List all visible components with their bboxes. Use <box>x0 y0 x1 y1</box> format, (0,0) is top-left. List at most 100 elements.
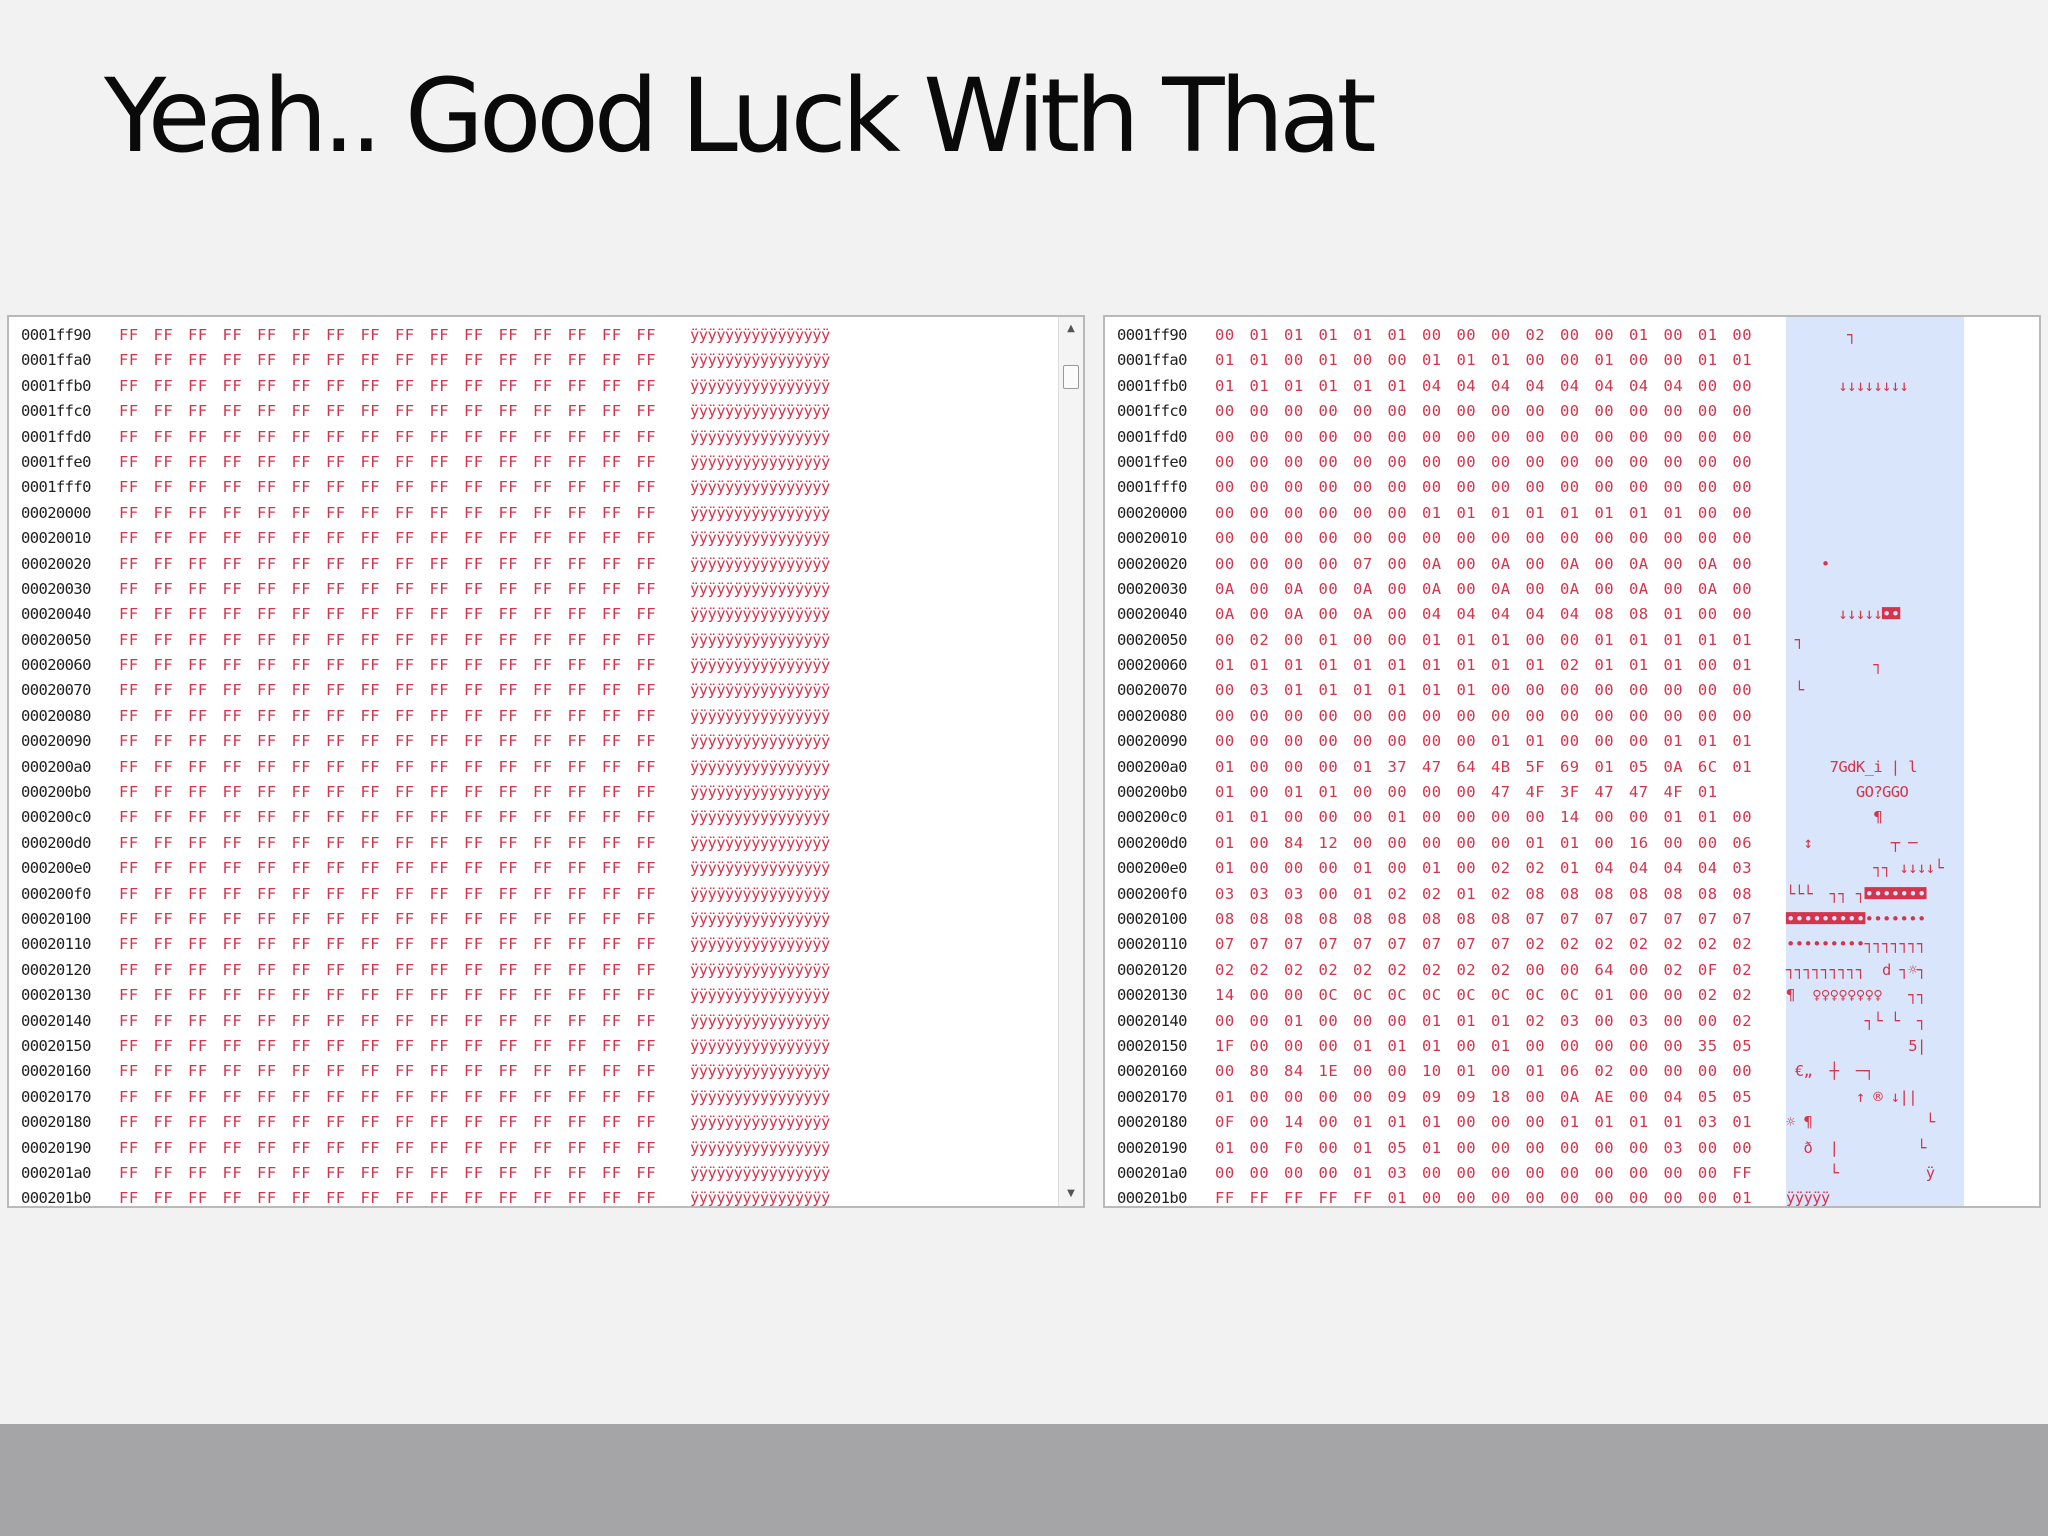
row-address[interactable]: 00020000 <box>1117 501 1187 526</box>
row-bytes[interactable]: 07 07 07 07 07 07 07 07 07 02 02 02 02 0… <box>1215 932 1752 957</box>
row-bytes[interactable]: 00 80 84 1E 00 00 10 01 00 01 06 02 00 0… <box>1215 1059 1752 1084</box>
row-ascii[interactable]: ÿÿÿÿÿÿÿÿÿÿÿÿÿÿÿÿ <box>690 628 830 653</box>
row-bytes[interactable]: FF FF FF FF FF FF FF FF FF FF FF FF FF F… <box>119 678 656 703</box>
row-address[interactable]: 00020180 <box>21 1110 91 1135</box>
row-bytes[interactable]: 01 00 00 00 00 09 09 09 18 00 0A AE 00 0… <box>1215 1085 1752 1110</box>
row-bytes[interactable]: FF FF FF FF FF FF FF FF FF FF FF FF FF F… <box>119 475 656 500</box>
row-address[interactable]: 00020180 <box>1117 1110 1187 1135</box>
row-address[interactable]: 00020100 <box>21 907 91 932</box>
row-address[interactable]: 0001ffa0 <box>1117 348 1187 373</box>
row-ascii[interactable]: ÿÿÿÿÿÿÿÿÿÿÿÿÿÿÿÿ <box>690 399 830 424</box>
scroll-up-arrow-icon[interactable]: ▲ <box>1059 319 1083 339</box>
row-ascii[interactable]: ÿÿÿÿÿÿÿÿÿÿÿÿÿÿÿÿ <box>690 1085 830 1110</box>
row-ascii[interactable]: ÿÿÿÿÿÿÿÿÿÿÿÿÿÿÿÿ <box>690 856 830 881</box>
row-bytes[interactable]: 00 00 00 00 00 00 00 00 00 00 00 00 00 0… <box>1215 399 1752 424</box>
row-ascii[interactable]: ð | └ <box>1786 1136 1926 1161</box>
row-bytes[interactable]: 01 01 01 01 01 01 04 04 04 04 04 04 04 0… <box>1215 374 1752 399</box>
row-ascii[interactable]: ÿÿÿÿÿÿÿÿÿÿÿÿÿÿÿÿ <box>690 958 830 983</box>
row-address[interactable]: 00020160 <box>21 1059 91 1084</box>
row-bytes[interactable]: 01 01 00 01 00 00 01 01 01 00 00 01 00 0… <box>1215 348 1752 373</box>
row-address[interactable]: 00020000 <box>21 501 91 526</box>
row-bytes[interactable]: FF FF FF FF FF FF FF FF FF FF FF FF FF F… <box>119 882 656 907</box>
row-address[interactable]: 00020080 <box>1117 704 1187 729</box>
row-ascii[interactable]: ÿÿÿÿÿÿÿÿÿÿÿÿÿÿÿÿ <box>690 1186 830 1206</box>
row-ascii[interactable]: ↕ ┬ ─ <box>1786 831 1917 856</box>
row-address[interactable]: 00020070 <box>1117 678 1187 703</box>
row-address[interactable]: 00020130 <box>1117 983 1187 1008</box>
row-ascii[interactable]: 5| <box>1786 1034 1926 1059</box>
row-bytes[interactable]: FF FF FF FF FF FF FF FF FF FF FF FF FF F… <box>119 805 656 830</box>
row-ascii[interactable]: ÿÿÿÿÿÿÿÿÿÿÿÿÿÿÿÿ <box>690 907 830 932</box>
row-ascii[interactable]: ÿÿÿÿÿÿÿÿÿÿÿÿÿÿÿÿ <box>690 1110 830 1135</box>
row-ascii[interactable]: ÿÿÿÿÿÿÿÿÿÿÿÿÿÿÿÿ <box>690 983 830 1008</box>
row-bytes[interactable]: FF FF FF FF FF FF FF FF FF FF FF FF FF F… <box>119 653 656 678</box>
row-bytes[interactable]: 0A 00 0A 00 0A 00 04 04 04 04 04 08 08 0… <box>1215 602 1752 627</box>
row-ascii[interactable]: ↓↓↓↓↓◘◘ <box>1786 602 1900 627</box>
row-ascii[interactable]: ÿÿÿÿÿÿÿÿÿÿÿÿÿÿÿÿ <box>690 1034 830 1059</box>
row-bytes[interactable]: FF FF FF FF FF FF FF FF FF FF FF FF FF F… <box>119 1034 656 1059</box>
row-address[interactable]: 00020140 <box>21 1009 91 1034</box>
row-address[interactable]: 00020090 <box>1117 729 1187 754</box>
row-address[interactable]: 0001ffc0 <box>1117 399 1187 424</box>
row-bytes[interactable]: FF FF FF FF FF FF FF FF FF FF FF FF FF F… <box>119 1186 656 1206</box>
row-bytes[interactable]: FF FF FF FF FF FF FF FF FF FF FF FF FF F… <box>119 856 656 881</box>
row-bytes[interactable]: 0A 00 0A 00 0A 00 0A 00 0A 00 0A 00 0A 0… <box>1215 577 1752 602</box>
row-ascii[interactable]: 7GdK_i | l <box>1786 755 1918 780</box>
row-ascii[interactable]: ¶ <box>1786 805 1882 830</box>
row-address[interactable]: 000200c0 <box>21 805 91 830</box>
row-address[interactable]: 00020040 <box>21 602 91 627</box>
row-address[interactable]: 00020120 <box>1117 958 1187 983</box>
row-ascii[interactable]: ÿÿÿÿÿÿÿÿÿÿÿÿÿÿÿÿ <box>690 1136 830 1161</box>
row-ascii[interactable]: ↓↓↓↓↓↓↓↓ <box>1786 374 1908 399</box>
row-address[interactable]: 00020150 <box>1117 1034 1187 1059</box>
row-bytes[interactable]: FF FF FF FF FF FF FF FF FF FF FF FF FF F… <box>119 602 656 627</box>
row-address[interactable]: 00020010 <box>1117 526 1187 551</box>
row-bytes[interactable]: 01 01 01 01 01 01 01 01 01 01 02 01 01 0… <box>1215 653 1752 678</box>
row-ascii[interactable]: ÿÿÿÿÿÿÿÿÿÿÿÿÿÿÿÿ <box>690 602 830 627</box>
row-ascii[interactable]: ÿÿÿÿÿÿÿÿÿÿÿÿÿÿÿÿ <box>690 1059 830 1084</box>
row-address[interactable]: 00020080 <box>21 704 91 729</box>
row-address[interactable]: 00020140 <box>1117 1009 1187 1034</box>
row-bytes[interactable]: 08 08 08 08 08 08 08 08 08 07 07 07 07 0… <box>1215 907 1752 932</box>
scroll-down-arrow-icon[interactable]: ▼ <box>1059 1184 1083 1204</box>
row-bytes[interactable]: FF FF FF FF FF FF FF FF FF FF FF FF FF F… <box>119 425 656 450</box>
row-ascii[interactable]: ÿÿÿÿÿÿÿÿÿÿÿÿÿÿÿÿ <box>690 805 830 830</box>
row-bytes[interactable]: FF FF FF FF FF FF FF FF FF FF FF FF FF F… <box>119 1161 656 1186</box>
row-ascii[interactable]: ÿÿÿÿÿÿÿÿÿÿÿÿÿÿÿÿ <box>690 526 830 551</box>
row-address[interactable]: 00020050 <box>21 628 91 653</box>
row-address[interactable]: 000201b0 <box>1117 1186 1187 1206</box>
row-bytes[interactable]: FF FF FF FF FF FF FF FF FF FF FF FF FF F… <box>119 577 656 602</box>
row-ascii[interactable]: ÿÿÿÿÿÿÿÿÿÿÿÿÿÿÿÿ <box>690 348 830 373</box>
row-address[interactable]: 000201a0 <box>21 1161 91 1186</box>
row-address[interactable]: 00020020 <box>1117 552 1187 577</box>
row-bytes[interactable]: FF FF FF FF FF FF FF FF FF FF FF FF FF F… <box>119 552 656 577</box>
row-ascii[interactable]: ÿÿÿÿÿÿÿÿÿÿÿÿÿÿÿÿ <box>690 552 830 577</box>
row-bytes[interactable]: FF FF FF FF FF FF FF FF FF FF FF FF FF F… <box>119 501 656 526</box>
row-bytes[interactable]: FF FF FF FF FF FF FF FF FF FF FF FF FF F… <box>119 729 656 754</box>
row-ascii[interactable]: ÿÿÿÿÿÿÿÿÿÿÿÿÿÿÿÿ <box>690 577 830 602</box>
row-address[interactable]: 00020090 <box>21 729 91 754</box>
row-bytes[interactable]: 1F 00 00 00 01 01 01 00 01 00 00 00 00 0… <box>1215 1034 1752 1059</box>
row-ascii[interactable]: ┐ <box>1786 323 1856 348</box>
row-address[interactable]: 00020170 <box>1117 1085 1187 1110</box>
row-bytes[interactable]: 00 03 01 01 01 01 01 01 00 00 00 00 00 0… <box>1215 678 1752 703</box>
row-ascii[interactable]: ÿÿÿÿÿÿÿÿÿÿÿÿÿÿÿÿ <box>690 450 830 475</box>
row-bytes[interactable]: 00 00 00 00 00 00 00 00 00 00 00 00 00 0… <box>1215 704 1752 729</box>
row-ascii[interactable]: GO?GGO <box>1786 780 1909 805</box>
row-bytes[interactable]: FF FF FF FF FF FF FF FF FF FF FF FF FF F… <box>119 1059 656 1084</box>
row-ascii[interactable]: ÿÿÿÿÿÿÿÿÿÿÿÿÿÿÿÿ <box>690 475 830 500</box>
row-address[interactable]: 0001ff90 <box>21 323 91 348</box>
row-address[interactable]: 000200a0 <box>21 755 91 780</box>
row-address[interactable]: 000200d0 <box>1117 831 1187 856</box>
row-address[interactable]: 0001ffe0 <box>21 450 91 475</box>
row-address[interactable]: 000200a0 <box>1117 755 1187 780</box>
row-ascii[interactable]: ÿÿÿÿÿÿÿÿÿÿÿÿÿÿÿÿ <box>690 755 830 780</box>
row-address[interactable]: 00020060 <box>21 653 91 678</box>
row-bytes[interactable]: FF FF FF FF FF FF FF FF FF FF FF FF FF F… <box>119 374 656 399</box>
row-address[interactable]: 000200c0 <box>1117 805 1187 830</box>
row-bytes[interactable]: 00 00 01 00 00 00 01 01 01 02 03 00 03 0… <box>1215 1009 1752 1034</box>
row-bytes[interactable]: FF FF FF FF FF 01 00 00 00 00 00 00 00 0… <box>1215 1186 1752 1206</box>
row-ascii[interactable]: ÿÿÿÿÿÿÿÿÿÿÿÿÿÿÿÿ <box>690 1161 830 1186</box>
row-address[interactable]: 000200f0 <box>1117 882 1187 907</box>
row-bytes[interactable]: 01 01 00 00 00 01 00 00 00 00 14 00 00 0… <box>1215 805 1752 830</box>
